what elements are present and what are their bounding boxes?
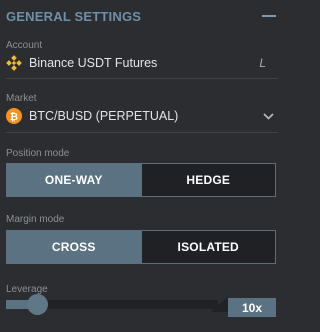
position-mode-toggle: ONE-WAY HEDGE [6,163,276,197]
account-suffix: L [259,56,266,70]
leverage-slider-track[interactable] [26,300,218,309]
hedge-button[interactable]: HEDGE [140,164,276,196]
margin-mode-toggle: CROSS ISOLATED [6,230,276,264]
minus-icon[interactable] [262,15,276,17]
market-label: Market [6,93,37,104]
svg-text:₿: ₿ [10,111,18,123]
divider [6,132,278,133]
chevron-down-icon[interactable] [263,109,274,120]
market-selector[interactable]: ₿ BTC/BUSD (PERPETUAL) [6,105,276,127]
one-way-button[interactable]: ONE-WAY [7,164,141,196]
isolated-button[interactable]: ISOLATED [140,231,276,263]
account-value: Binance USDT Futures [29,56,158,70]
leverage-label: Leverage [6,284,48,295]
leverage-slider-thumb[interactable] [27,294,48,315]
account-selector[interactable]: Binance USDT Futures L [6,52,276,74]
market-value: BTC/BUSD (PERPETUAL) [29,109,179,123]
account-label: Account [6,40,43,51]
cross-button[interactable]: CROSS [7,231,141,263]
leverage-value[interactable]: 10x [228,298,276,317]
position-mode-label: Position mode [6,148,70,159]
leverage-slider-ramp [210,297,228,312]
divider [6,78,278,79]
binance-logo-icon [6,55,22,71]
margin-mode-label: Margin mode [6,214,65,225]
settings-header: GENERAL SETTINGS [0,0,284,32]
section-title: GENERAL SETTINGS [6,9,142,24]
bitcoin-icon: ₿ [6,108,22,124]
